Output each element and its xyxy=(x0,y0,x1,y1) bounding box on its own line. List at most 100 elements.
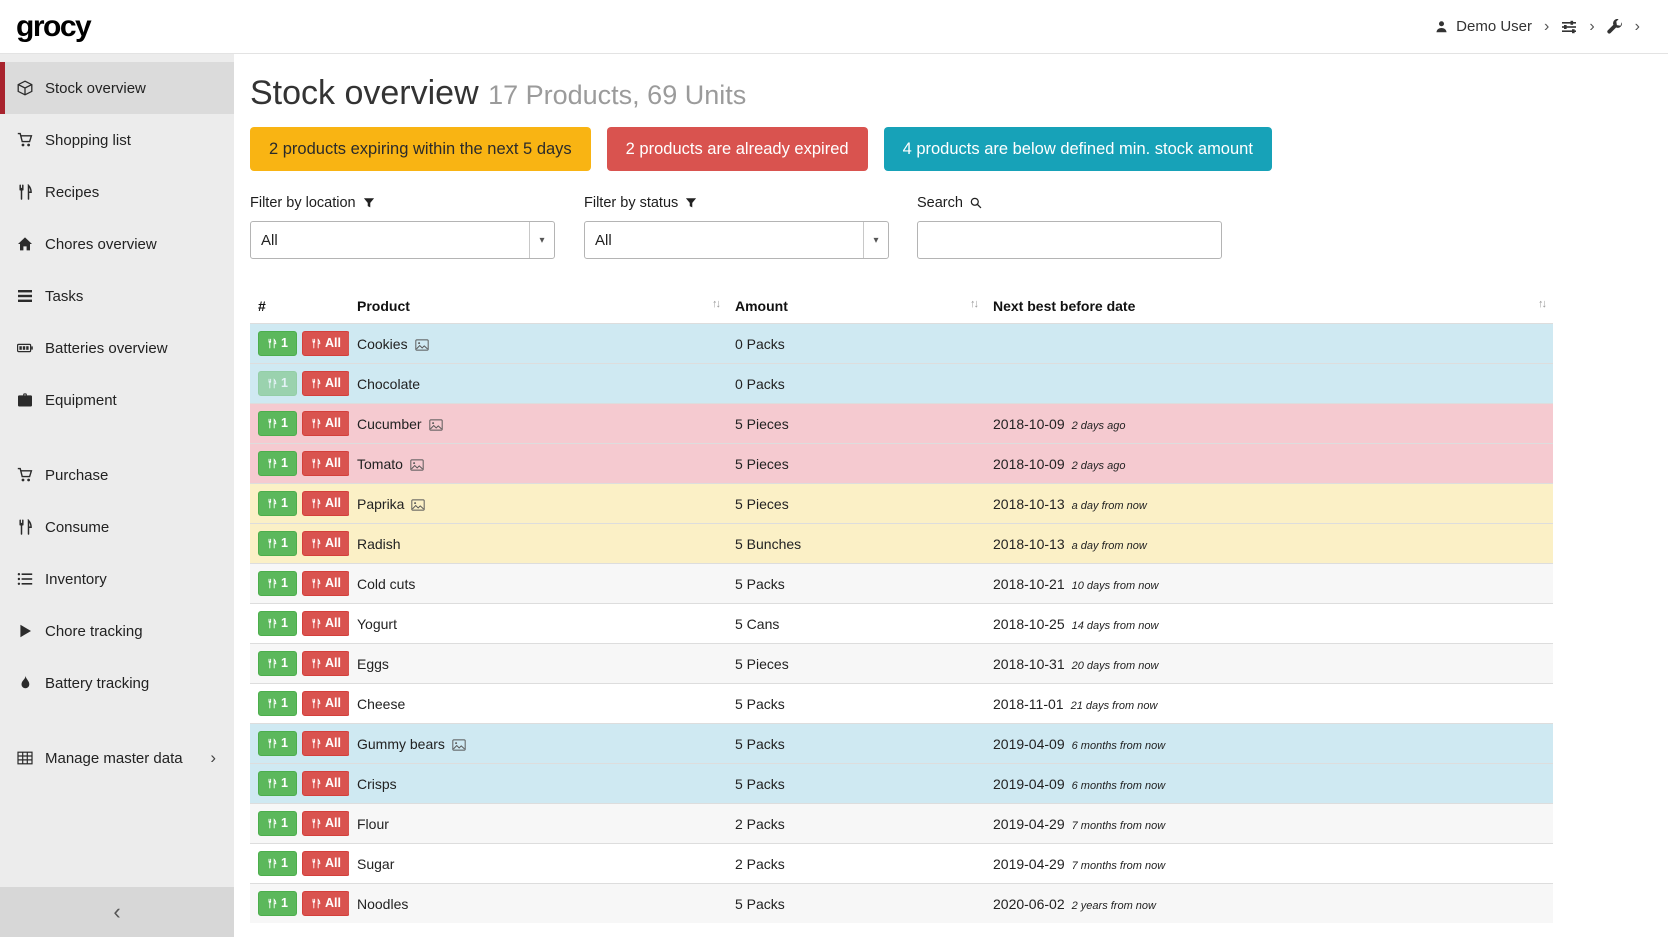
app-logo[interactable]: grocy xyxy=(16,10,90,44)
sidebar-item-manage-master-data[interactable]: Manage master data› xyxy=(0,732,234,784)
consume-all-button[interactable]: All xyxy=(302,691,349,716)
date-note: 20 days from now xyxy=(1072,660,1159,672)
sidebar-item-stock-overview[interactable]: Stock overview xyxy=(0,62,234,114)
sidebar-item-tasks[interactable]: Tasks xyxy=(0,270,234,322)
row-actions-cell: 1All xyxy=(250,364,349,404)
utensils-icon xyxy=(267,698,277,709)
table-row[interactable]: 1AllCookies0 Packs xyxy=(250,324,1553,364)
consume-all-button[interactable]: All xyxy=(302,891,349,916)
location-filter-select[interactable]: All ▾ xyxy=(250,221,555,259)
utensils-icon xyxy=(311,418,321,429)
date-note: a day from now xyxy=(1072,500,1147,512)
best-before-date: 2019-04-29 xyxy=(993,856,1065,872)
consume-one-button[interactable]: 1 xyxy=(258,411,297,436)
sidebar-item-battery-tracking[interactable]: Battery tracking xyxy=(0,657,234,709)
search-input[interactable] xyxy=(917,221,1222,259)
consume-all-button[interactable]: All xyxy=(302,331,349,356)
status-filter-select[interactable]: All ▾ xyxy=(584,221,889,259)
search-group: Search xyxy=(917,195,1222,259)
consume-all-button[interactable]: All xyxy=(302,771,349,796)
consume-one-button[interactable]: 1 xyxy=(258,611,297,636)
table-row[interactable]: 1AllPaprika5 Pieces2018-10-13a day from … xyxy=(250,484,1553,524)
table-row[interactable]: 1AllCheese5 Packs2018-11-0121 days from … xyxy=(250,684,1553,724)
best-before-date: 2020-06-02 xyxy=(993,896,1065,912)
product-image-icon[interactable] xyxy=(410,459,424,471)
sidebar-item-chores-overview[interactable]: Chores overview xyxy=(0,218,234,270)
best-before-date: 2019-04-09 xyxy=(993,736,1065,752)
product-cell: Yogurt xyxy=(349,604,727,644)
consume-one-button[interactable]: 1 xyxy=(258,691,297,716)
consume-one-button[interactable]: 1 xyxy=(258,531,297,556)
product-image-icon[interactable] xyxy=(415,339,429,351)
consume-all-button[interactable]: All xyxy=(302,371,349,396)
consume-all-button[interactable]: All xyxy=(302,491,349,516)
alerts-row: 2 products expiring within the next 5 da… xyxy=(250,127,1668,171)
consume-all-button[interactable]: All xyxy=(302,731,349,756)
product-image-icon[interactable] xyxy=(429,419,443,431)
consume-one-button[interactable]: 1 xyxy=(258,891,297,916)
settings-sliders-icon[interactable] xyxy=(1561,19,1577,35)
table-row[interactable]: 1AllEggs5 Pieces2018-10-3120 days from n… xyxy=(250,644,1553,684)
product-name: Radish xyxy=(357,536,401,552)
sidebar-item-recipes[interactable]: Recipes xyxy=(0,166,234,218)
table-row[interactable]: 1AllTomato5 Pieces2018-10-092 days ago xyxy=(250,444,1553,484)
sidebar-item-consume[interactable]: Consume xyxy=(0,501,234,553)
consume-one-button[interactable]: 1 xyxy=(258,851,297,876)
consume-all-button[interactable]: All xyxy=(302,531,349,556)
consume-one-button[interactable]: 1 xyxy=(258,491,297,516)
sidebar-collapse-button[interactable]: ‹ xyxy=(0,887,234,937)
sidebar-item-purchase[interactable]: Purchase xyxy=(0,449,234,501)
table-row[interactable]: 1AllFlour2 Packs2019-04-297 months from … xyxy=(250,804,1553,844)
stock-alert-button-2[interactable]: 4 products are below defined min. stock … xyxy=(884,127,1272,171)
consume-all-button[interactable]: All xyxy=(302,811,349,836)
table-row[interactable]: 1AllCold cuts5 Packs2018-10-2110 days fr… xyxy=(250,564,1553,604)
consume-one-button[interactable]: 1 xyxy=(258,371,297,396)
consume-one-button[interactable]: 1 xyxy=(258,731,297,756)
consume-one-button[interactable]: 1 xyxy=(258,651,297,676)
date-note: 10 days from now xyxy=(1072,580,1159,592)
product-image-icon[interactable] xyxy=(452,739,466,751)
consume-all-button[interactable]: All xyxy=(302,411,349,436)
consume-all-button[interactable]: All xyxy=(302,571,349,596)
consume-all-button[interactable]: All xyxy=(302,451,349,476)
table-row[interactable]: 1AllChocolate0 Packs xyxy=(250,364,1553,404)
table-row[interactable]: 1AllNoodles5 Packs2020-06-022 years from… xyxy=(250,884,1553,924)
table-row[interactable]: 1AllGummy bears5 Packs2019-04-096 months… xyxy=(250,724,1553,764)
consume-all-button[interactable]: All xyxy=(302,851,349,876)
consume-one-button[interactable]: 1 xyxy=(258,771,297,796)
table-row[interactable]: 1AllRadish5 Bunches2018-10-13a day from … xyxy=(250,524,1553,564)
sidebar-item-inventory[interactable]: Inventory xyxy=(0,553,234,605)
utensils-icon xyxy=(311,578,321,589)
row-actions-cell: 1All xyxy=(250,484,349,524)
col-header-number: # xyxy=(250,293,349,324)
user-menu[interactable]: Demo User xyxy=(1456,18,1532,35)
product-cell: Paprika xyxy=(349,484,727,524)
sidebar-item-batteries-overview[interactable]: Batteries overview xyxy=(0,322,234,374)
product-cell: Noodles xyxy=(349,884,727,924)
table-row[interactable]: 1AllCucumber5 Pieces2018-10-092 days ago xyxy=(250,404,1553,444)
col-header-best-before[interactable]: Next best before date↑↓ xyxy=(985,293,1553,324)
stock-alert-button-0[interactable]: 2 products expiring within the next 5 da… xyxy=(250,127,591,171)
consume-all-button[interactable]: All xyxy=(302,611,349,636)
consume-one-button[interactable]: 1 xyxy=(258,571,297,596)
col-header-product[interactable]: Product↑↓ xyxy=(349,293,727,324)
utensils-icon xyxy=(311,538,321,549)
consume-one-button[interactable]: 1 xyxy=(258,331,297,356)
sidebar-item-chore-tracking[interactable]: Chore tracking xyxy=(0,605,234,657)
sidebar-item-equipment[interactable]: Equipment xyxy=(0,374,234,426)
row-actions-cell: 1All xyxy=(250,324,349,364)
admin-wrench-icon[interactable] xyxy=(1607,19,1623,35)
product-image-icon[interactable] xyxy=(411,499,425,511)
table-row[interactable]: 1AllYogurt5 Cans2018-10-2514 days from n… xyxy=(250,604,1553,644)
consume-one-button[interactable]: 1 xyxy=(258,451,297,476)
consume-one-button[interactable]: 1 xyxy=(258,811,297,836)
play-icon xyxy=(15,623,34,639)
sidebar-item-shopping-list[interactable]: Shopping list xyxy=(0,114,234,166)
table-row[interactable]: 1AllSugar2 Packs2019-04-297 months from … xyxy=(250,844,1553,884)
consume-all-button[interactable]: All xyxy=(302,651,349,676)
product-cell: Sugar xyxy=(349,844,727,884)
col-header-amount[interactable]: Amount↑↓ xyxy=(727,293,985,324)
stock-alert-button-1[interactable]: 2 products are already expired xyxy=(607,127,868,171)
search-label: Search xyxy=(917,195,1222,211)
table-row[interactable]: 1AllCrisps5 Packs2019-04-096 months from… xyxy=(250,764,1553,804)
